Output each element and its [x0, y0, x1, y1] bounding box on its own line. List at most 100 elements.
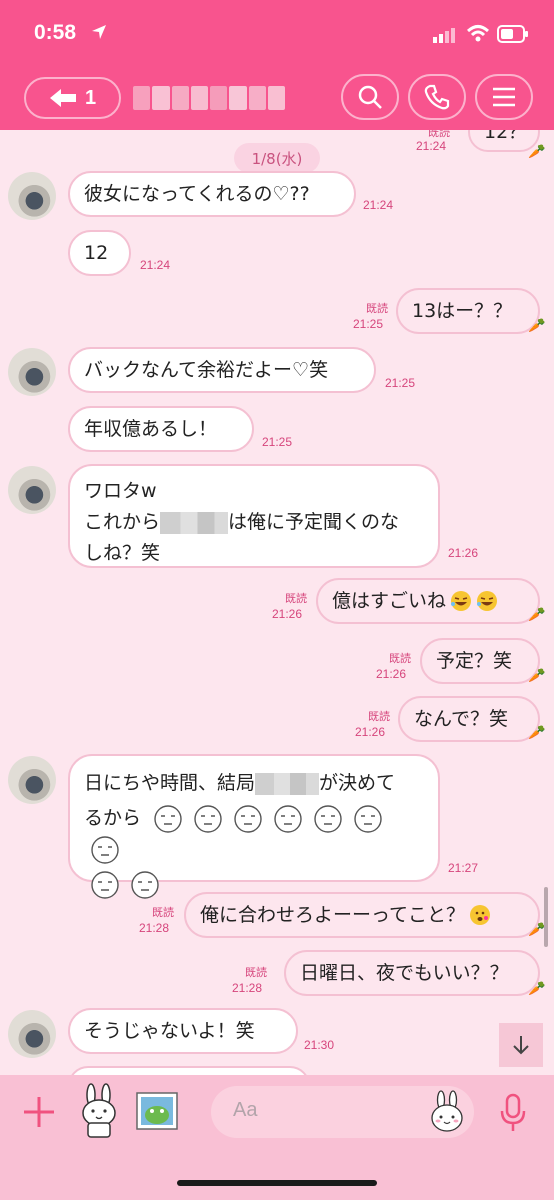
battery-icon — [497, 25, 528, 43]
search-button[interactable] — [341, 74, 399, 120]
message-bubble-in[interactable]: そうじゃないよ！笑 — [68, 1008, 298, 1054]
message-time: 21:26 — [272, 607, 303, 621]
contact-avatar[interactable] — [8, 172, 56, 220]
carrot-icon: 🥕 — [528, 607, 546, 623]
sticker-icon[interactable] — [76, 1083, 122, 1139]
read-receipt: 既読 — [152, 906, 174, 919]
message-text: 13はー？？ — [412, 299, 513, 322]
message-text: は俺に予定聞くのな — [228, 511, 400, 533]
message-text: 予定？笑 — [436, 649, 513, 672]
carrot-icon: 🥕 — [528, 981, 546, 997]
message-text: 年収億あるし！ — [84, 417, 218, 440]
chat-scrollbar[interactable] — [544, 887, 548, 947]
plus-icon[interactable] — [22, 1095, 56, 1129]
message-time: 21:26 — [376, 667, 407, 681]
status-time: 0:58 — [34, 21, 77, 44]
contact-avatar[interactable] — [8, 756, 56, 804]
message-bubble-out[interactable]: 俺に合わせろよーーってこと？ — [184, 892, 540, 938]
back-arrow-icon — [49, 89, 76, 107]
redacted-name — [160, 511, 229, 534]
home-indicator — [177, 1180, 377, 1186]
message-time: 21:25 — [262, 435, 293, 449]
message-bubble-out[interactable]: 13はー？？ — [396, 288, 540, 334]
message-input[interactable]: Aa — [211, 1086, 474, 1138]
message-time: 21:26 — [355, 725, 386, 739]
contact-name-redacted — [133, 86, 285, 110]
wifi-icon — [466, 25, 490, 42]
menu-button[interactable] — [475, 74, 533, 120]
emoji-icon — [451, 591, 472, 611]
message-time: 21:24 — [140, 258, 171, 272]
photo-icon[interactable] — [135, 1091, 179, 1131]
message-time: 21:26 — [448, 546, 479, 560]
input-bar: Aa — [0, 1075, 554, 1200]
message-text: 日にちや時間、結局 — [84, 772, 256, 794]
scroll-down-icon — [513, 1036, 529, 1055]
menu-icon — [493, 87, 515, 107]
sleepy-face-icon — [91, 870, 119, 899]
message-time: 21:24 — [416, 139, 447, 153]
sleepy-face-icon — [194, 804, 222, 833]
message-text: が決めて — [319, 772, 396, 794]
sleepy-face-icon — [354, 804, 382, 833]
input-placeholder: Aa — [233, 1099, 258, 1121]
message-time: 21:25 — [353, 317, 384, 331]
read-receipt: 既読 — [366, 302, 388, 315]
message-bubble-in[interactable] — [68, 1066, 310, 1075]
message-text: 億はすごいね — [332, 589, 447, 612]
message-bubble-out[interactable]: 億はすごいね — [316, 578, 540, 624]
carrot-icon: 🥕 — [528, 318, 546, 334]
chat-header: 0:58 1 — [0, 0, 554, 130]
message-bubble-in[interactable]: 日にちや時間、結局 が決めて るから — [68, 754, 440, 899]
back-button[interactable]: 1 — [24, 77, 121, 119]
unread-count: 1 — [84, 86, 97, 109]
message-line: しね？笑 — [84, 542, 161, 564]
carrot-icon: 🥕 — [528, 725, 546, 741]
contact-avatar[interactable] — [8, 466, 56, 514]
contact-avatar[interactable] — [8, 348, 56, 396]
read-receipt: 既読 — [389, 652, 411, 665]
redacted-name — [255, 772, 320, 795]
sleepy-face-icon — [314, 804, 342, 833]
scroll-to-bottom-button[interactable] — [499, 1023, 543, 1067]
message-text: なんで？笑 — [414, 707, 509, 730]
message-text: 彼女になってくれるの♡?? — [84, 182, 310, 205]
message-time: 21:28 — [139, 921, 170, 935]
location-arrow-icon — [92, 25, 106, 39]
message-line: これから は俺に予定聞くのな — [84, 507, 424, 538]
microphone-icon[interactable] — [500, 1093, 526, 1133]
carrot-icon: 🥕 — [528, 668, 546, 684]
sleepy-face-icon — [154, 804, 182, 833]
emoji-icon[interactable] — [429, 1090, 465, 1134]
sleepy-emoji-row — [84, 870, 164, 899]
message-text: 12？ — [484, 130, 528, 143]
message-bubble-out[interactable]: なんで？笑 — [398, 696, 540, 742]
contact-avatar[interactable] — [8, 1010, 56, 1058]
chat-area[interactable]: 既読 21:24 12？ 🥕 1/8(水) 彼女になってくれるの♡?? 21:2… — [0, 130, 554, 1075]
message-line: 日にちや時間、結局 が決めて — [84, 768, 424, 799]
call-button[interactable] — [408, 74, 466, 120]
message-text: 12 — [84, 241, 109, 264]
message-line: るから — [84, 803, 424, 865]
message-bubble-in[interactable]: 彼女になってくれるの♡?? — [68, 171, 356, 217]
message-text: これから — [84, 511, 161, 533]
read-receipt: 既読 — [245, 966, 267, 979]
carrot-icon: 🥕 — [528, 922, 546, 938]
message-bubble-in[interactable]: 年収億あるし！ — [68, 406, 254, 452]
read-receipt: 既読 — [285, 592, 307, 605]
message-text: そうじゃないよ！笑 — [84, 1019, 255, 1042]
message-bubble-in[interactable]: バックなんて余裕だよー♡笑 — [68, 347, 376, 393]
message-bubble-out[interactable]: 予定？笑 — [420, 638, 540, 684]
message-text: 日曜日、夜でもいい？？ — [300, 961, 509, 984]
message-bubble-out[interactable]: 日曜日、夜でもいい？？ — [284, 950, 540, 996]
signal-icon — [433, 28, 455, 43]
message-bubble-in[interactable]: 12 — [68, 230, 131, 276]
sleepy-face-icon — [274, 804, 302, 833]
phone-icon — [424, 84, 450, 110]
message-bubble-in[interactable]: ワロタw これから は俺に予定聞くのな しね？笑 — [68, 464, 440, 568]
message-time: 21:30 — [304, 1038, 335, 1052]
message-time: 21:24 — [363, 198, 394, 212]
message-line: ワロタw — [84, 480, 157, 502]
message-text: 俺に合わせろよーーってこと？ — [200, 903, 466, 926]
search-icon — [358, 85, 382, 109]
